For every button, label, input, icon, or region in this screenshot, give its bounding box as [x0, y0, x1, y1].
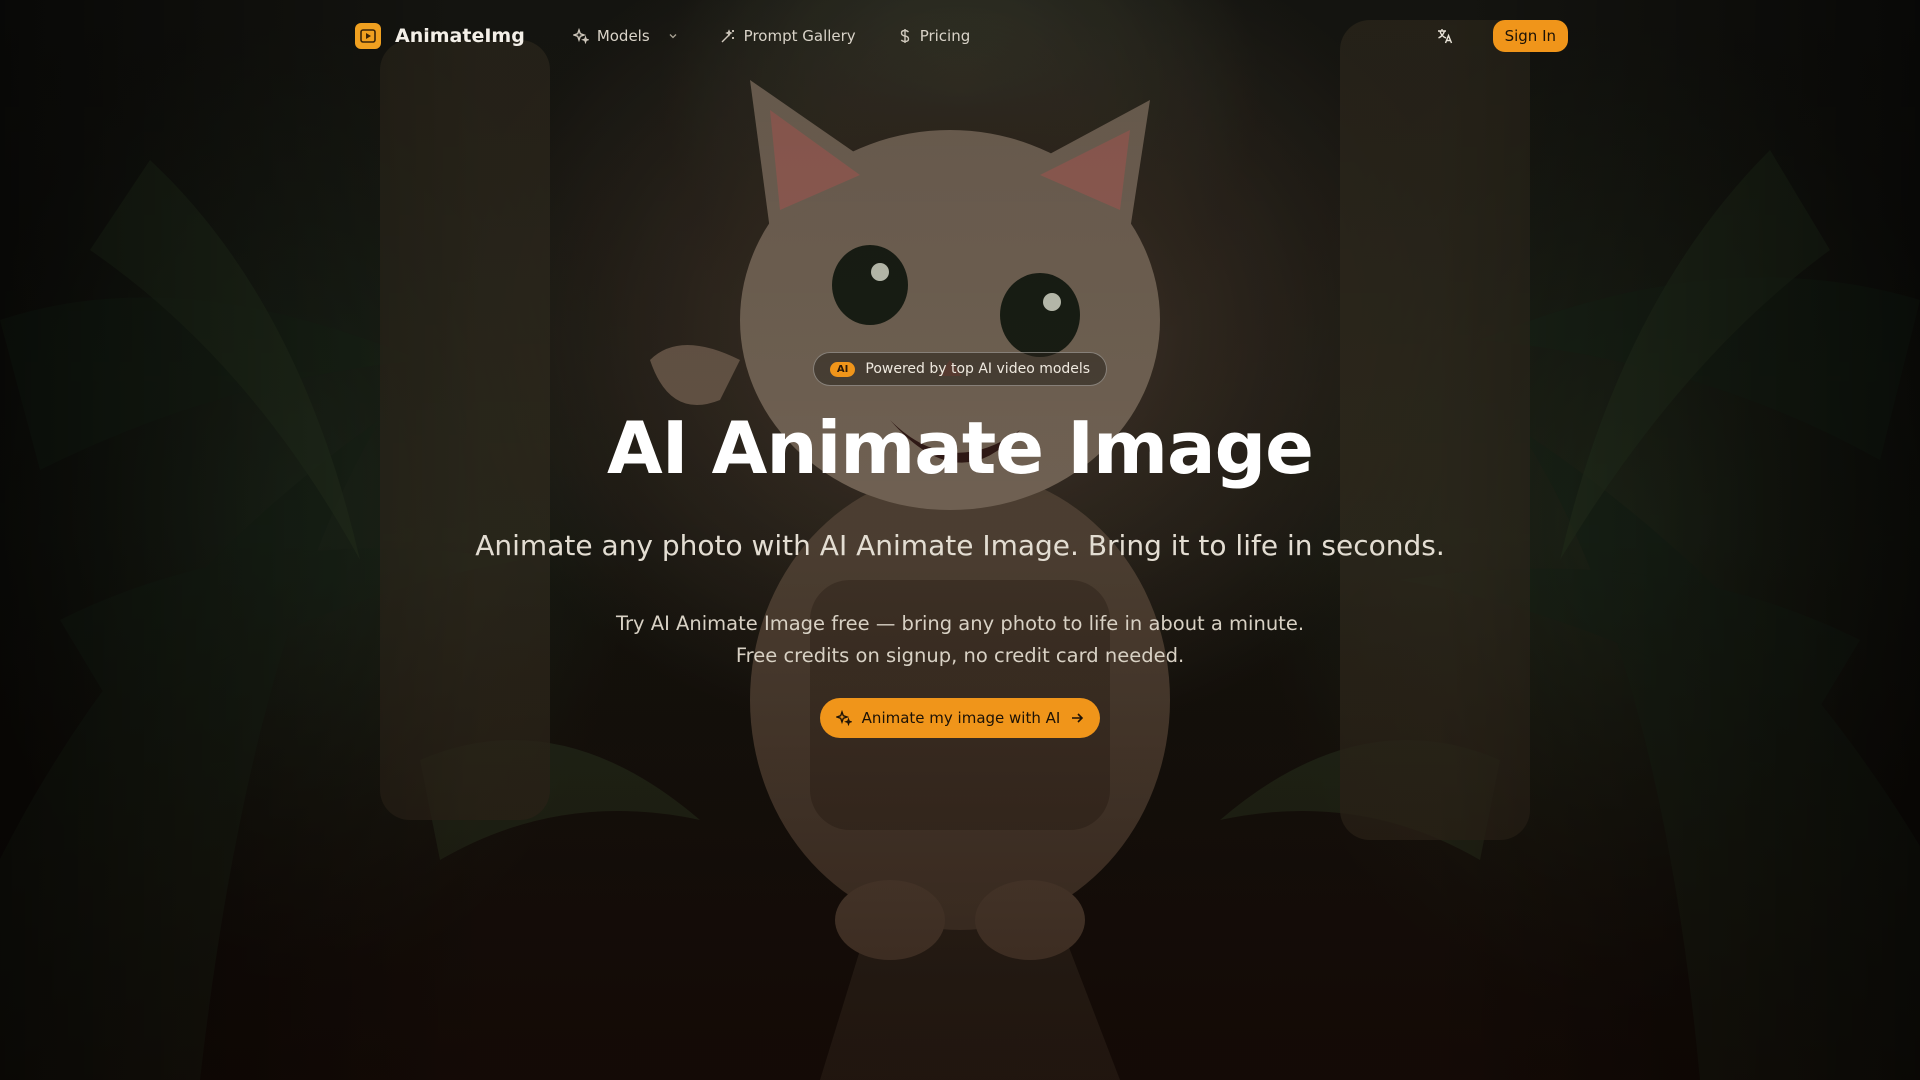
- badge-text: Powered by top AI video models: [865, 361, 1091, 377]
- sparkles-icon: [835, 709, 852, 726]
- dollar-icon: [898, 28, 912, 44]
- arrow-right-icon: [1070, 711, 1084, 725]
- hero-description: Try AI Animate Image free — bring any ph…: [0, 608, 1920, 672]
- powered-by-badge: AI Powered by top AI video models: [812, 352, 1108, 386]
- top-nav: AnimateImg Models Prompt Gallery Pricing…: [355, 20, 1568, 52]
- hero-content: AI Powered by top AI video models AI Ani…: [0, 352, 1920, 738]
- brand[interactable]: AnimateImg: [355, 23, 525, 49]
- ai-tag: AI: [829, 361, 856, 377]
- brand-name: AnimateImg: [395, 25, 525, 47]
- nav-item-models[interactable]: Models: [572, 27, 678, 45]
- page-title: AI Animate Image: [607, 406, 1314, 490]
- nav-item-prompt-gallery[interactable]: Prompt Gallery: [720, 27, 856, 45]
- nav-item-label: Prompt Gallery: [743, 27, 856, 45]
- animate-image-button[interactable]: Animate my image with AI: [819, 697, 1101, 738]
- cta-label: Animate my image with AI: [861, 708, 1061, 727]
- nav-item-label: Pricing: [919, 27, 971, 45]
- sign-in-button[interactable]: Sign In: [1492, 20, 1568, 52]
- chevron-down-icon: [668, 31, 678, 41]
- sparkles-icon: [572, 28, 589, 44]
- description-line-2: Free credits on signup, no credit card n…: [735, 643, 1185, 667]
- hero-subtitle: Animate any photo with AI Animate Image.…: [475, 528, 1445, 562]
- nav-right: Sign In: [1435, 20, 1568, 52]
- nav-item-pricing[interactable]: Pricing: [898, 27, 971, 45]
- play-icon: [355, 23, 381, 49]
- translate-icon[interactable]: [1435, 26, 1455, 46]
- description-line-1: Try AI Animate Image free — bring any ph…: [615, 611, 1305, 635]
- magic-wand-icon: [720, 28, 736, 44]
- nav-links: Models Prompt Gallery Pricing: [572, 27, 971, 45]
- nav-item-label: Models: [596, 27, 650, 45]
